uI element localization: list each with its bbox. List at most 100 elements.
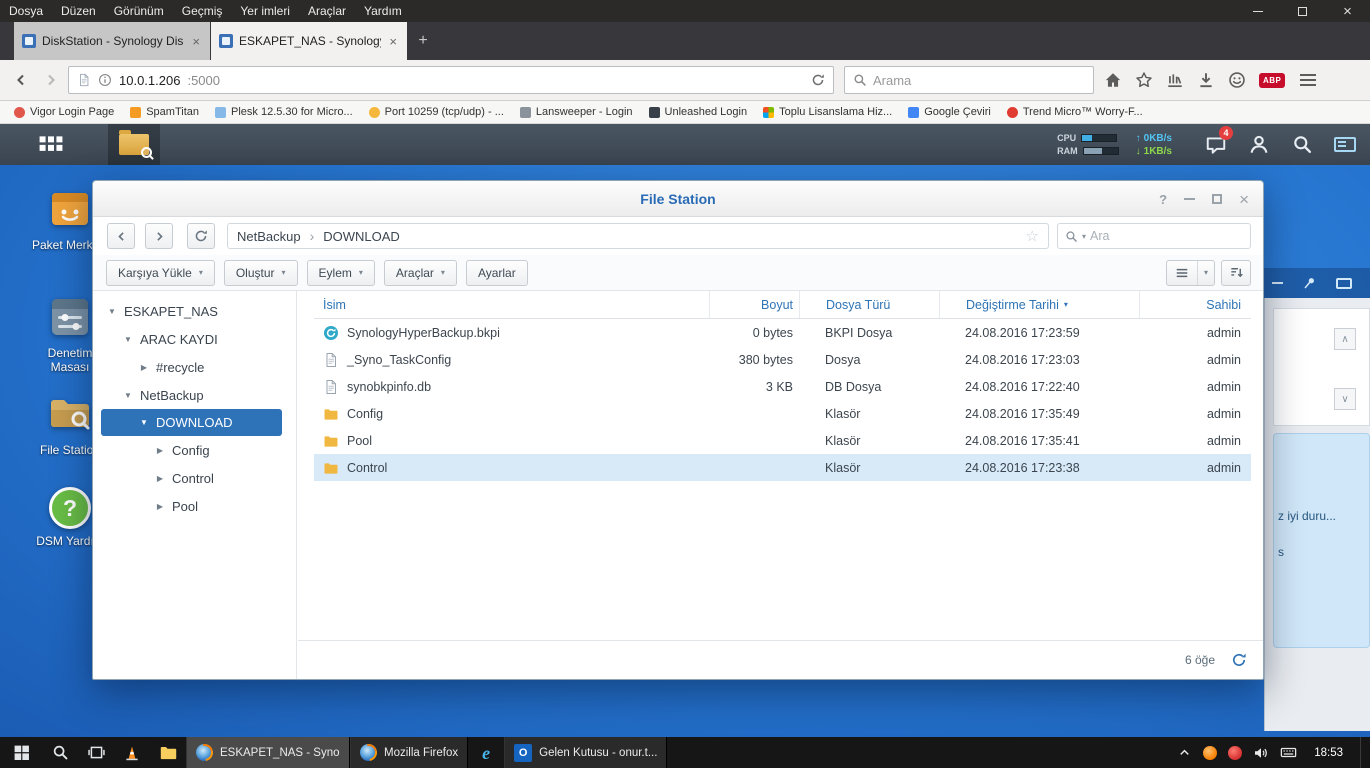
scroll-up-button[interactable]: ∧ <box>1334 328 1356 350</box>
breadcrumb[interactable]: NetBackup › DOWNLOAD ☆ <box>227 223 1049 249</box>
bookmark-item[interactable]: Plesk 12.5.30 for Micro... <box>207 101 361 123</box>
menu-help[interactable]: Yardım <box>355 0 411 22</box>
scroll-down-button[interactable]: ∨ <box>1334 388 1356 410</box>
bookmark-item[interactable]: Lansweeper - Login <box>512 101 641 123</box>
hello-smiley-icon[interactable] <box>1228 71 1246 89</box>
taskbar-button-outlook[interactable]: O Gelen Kutusu - onur.t... <box>504 737 667 768</box>
search-options-caret-icon[interactable]: ▾ <box>1082 232 1086 241</box>
dsm-file-station-task-button[interactable] <box>108 124 160 165</box>
breadcrumb-current[interactable]: DOWNLOAD <box>323 229 400 244</box>
file-row[interactable]: _Syno_TaskConfig 380 bytes Dosya 24.08.2… <box>314 346 1251 373</box>
tray-firefox-icon[interactable] <box>1203 746 1217 760</box>
network-speed[interactable]: ↑0KB/s ↓1KB/s <box>1136 133 1172 157</box>
taskbar-search-icon[interactable] <box>42 737 78 768</box>
notifications-button[interactable]: 4 <box>1203 134 1229 156</box>
bookmark-item[interactable]: Trend Micro™ Worry-F... <box>999 101 1151 123</box>
site-info-icon[interactable] <box>98 73 112 87</box>
downloads-icon[interactable] <box>1197 71 1215 89</box>
tree-item-pool[interactable]: ▶Pool <box>93 492 296 520</box>
tab-eskapet-nas[interactable]: ESKAPET_NAS - Synology ... × <box>211 22 407 60</box>
tree-item-control[interactable]: ▶Control <box>93 464 296 492</box>
help-button[interactable]: ? <box>1159 192 1167 207</box>
create-button[interactable]: Oluştur▾ <box>224 260 298 286</box>
tree-expand-icon[interactable]: ▼ <box>107 307 117 316</box>
internet-explorer-icon[interactable]: e <box>468 737 504 768</box>
url-bar[interactable]: 10.0.1.206:5000 <box>68 66 834 94</box>
tree-expand-icon[interactable]: ▶ <box>155 474 165 483</box>
user-menu-button[interactable] <box>1246 134 1272 156</box>
file-row[interactable]: synobkpinfo.db 3 KB DB Dosya 24.08.2016 … <box>314 373 1251 400</box>
widget-settings-icon[interactable] <box>1336 278 1352 289</box>
pinned-app-icon[interactable] <box>114 737 150 768</box>
back-button[interactable] <box>6 66 36 94</box>
taskbar-clock[interactable]: 18:53 <box>1308 747 1349 759</box>
resource-monitor[interactable]: CPU RAM <box>1057 133 1119 156</box>
bookmark-item[interactable]: Unleashed Login <box>641 101 756 123</box>
bookmark-item[interactable]: Google Çeviri <box>900 101 999 123</box>
action-button[interactable]: Eylem▾ <box>307 260 375 286</box>
column-header-owner[interactable]: Sahibi <box>1139 291 1251 318</box>
window-maximize-button[interactable] <box>1280 0 1325 22</box>
pin-icon[interactable] <box>1302 276 1317 291</box>
tree-item-netbackup[interactable]: ▼NetBackup <box>93 381 296 409</box>
bookmark-item[interactable]: Port 10259 (tcp/udp) - ... <box>361 101 512 123</box>
firefox-search-bar[interactable] <box>844 66 1094 94</box>
file-explorer-icon[interactable] <box>150 737 186 768</box>
upload-button[interactable]: Karşıya Yükle▾ <box>106 260 215 286</box>
forward-button[interactable] <box>145 223 173 249</box>
widget-minimize-icon[interactable] <box>1272 282 1283 284</box>
taskbar-button-firefox[interactable]: Mozilla Firefox <box>350 737 468 768</box>
volume-icon[interactable] <box>1253 745 1269 761</box>
menu-edit[interactable]: Düzen <box>52 0 105 22</box>
tree-item-download[interactable]: ▼DOWNLOAD <box>101 409 282 436</box>
touch-keyboard-icon[interactable] <box>1280 744 1297 761</box>
tree-expand-icon[interactable]: ▼ <box>139 418 149 427</box>
task-view-icon[interactable] <box>78 737 114 768</box>
tab-close-icon[interactable]: × <box>387 34 399 49</box>
column-header-name[interactable]: İsim <box>314 298 709 312</box>
tree-item-arac-kaydi[interactable]: ▼ARAC KAYDI <box>93 325 296 353</box>
menu-history[interactable]: Geçmiş <box>173 0 232 22</box>
refresh-button[interactable] <box>187 223 215 249</box>
tree-item-config[interactable]: ▶Config <box>93 436 296 464</box>
file-row[interactable]: SynologyHyperBackup.bkpi 0 bytes BKPI Do… <box>314 319 1251 346</box>
tree-expand-icon[interactable]: ▼ <box>123 335 133 344</box>
minimize-button[interactable] <box>1184 198 1195 200</box>
close-button[interactable]: × <box>1239 191 1249 208</box>
file-row-selected[interactable]: Control Klasör 24.08.2016 17:23:38 admin <box>314 454 1251 481</box>
new-tab-button[interactable]: + <box>408 22 438 60</box>
file-station-search-box[interactable]: ▾ <box>1057 223 1251 249</box>
menu-file[interactable]: Dosya <box>0 0 52 22</box>
favorite-star-icon[interactable]: ☆ <box>1026 227 1039 245</box>
dsm-search-button[interactable] <box>1289 134 1315 155</box>
file-station-search-input[interactable] <box>1090 229 1243 243</box>
settings-button[interactable]: Ayarlar <box>466 260 528 286</box>
hidden-icons-chevron[interactable] <box>1177 745 1192 760</box>
tree-expand-icon[interactable]: ▶ <box>155 446 165 455</box>
bookmark-item[interactable]: Vigor Login Page <box>6 101 122 123</box>
home-icon[interactable] <box>1104 71 1122 89</box>
list-view-icon[interactable] <box>1167 261 1198 285</box>
view-mode-button[interactable]: ▾ <box>1166 260 1215 286</box>
column-header-size[interactable]: Boyut <box>709 291 799 318</box>
forward-button[interactable] <box>36 66 66 94</box>
adblock-icon[interactable]: ABP <box>1259 73 1285 88</box>
dsm-main-menu-button[interactable] <box>28 124 74 165</box>
tree-expand-icon[interactable]: ▶ <box>139 363 149 372</box>
bookmarks-menu-icon[interactable] <box>1166 71 1184 89</box>
menu-view[interactable]: Görünüm <box>105 0 173 22</box>
file-row[interactable]: Pool Klasör 24.08.2016 17:35:41 admin <box>314 427 1251 454</box>
refresh-icon[interactable] <box>1231 652 1247 668</box>
column-header-type[interactable]: Dosya Türü <box>799 291 939 318</box>
show-desktop-button[interactable] <box>1360 737 1366 768</box>
start-button[interactable] <box>0 737 42 768</box>
bookmark-star-icon[interactable] <box>1135 71 1153 89</box>
tree-item-recycle[interactable]: ▶#recycle <box>93 353 296 381</box>
view-caret-icon[interactable]: ▾ <box>1198 268 1214 277</box>
tree-item-eskapet-nas[interactable]: ▼ESKAPET_NAS <box>93 297 296 325</box>
tools-button[interactable]: Araçlar▾ <box>384 260 457 286</box>
breadcrumb-root[interactable]: NetBackup <box>237 229 301 244</box>
window-minimize-button[interactable] <box>1235 0 1280 22</box>
file-row[interactable]: Config Klasör 24.08.2016 17:35:49 admin <box>314 400 1251 427</box>
menu-tools[interactable]: Araçlar <box>299 0 355 22</box>
